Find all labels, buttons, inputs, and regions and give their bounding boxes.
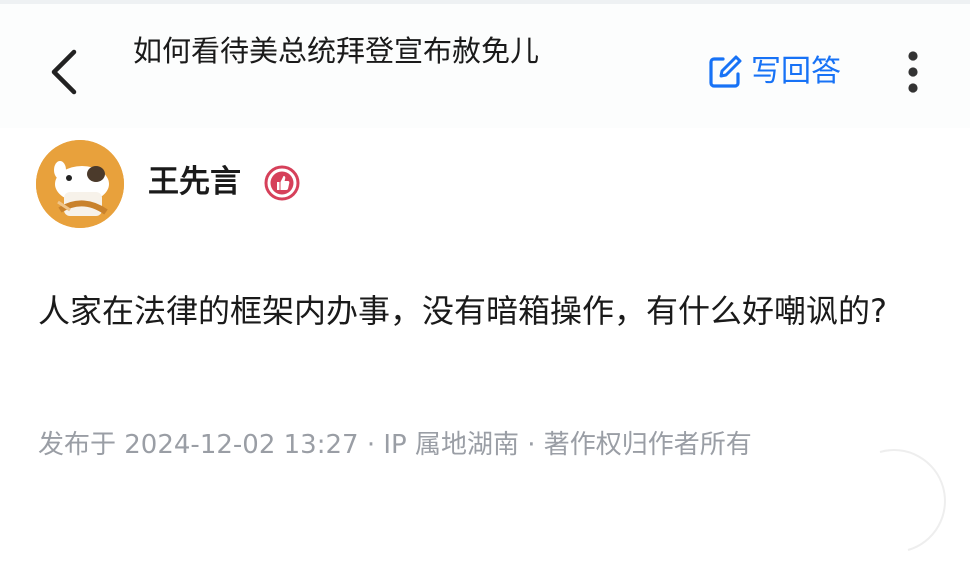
author-avatar[interactable]	[36, 140, 124, 228]
decorative-arc	[879, 449, 946, 551]
write-answer-button[interactable]: 写回答	[707, 50, 841, 94]
back-button[interactable]	[40, 44, 88, 100]
author-name[interactable]: 王先言	[148, 160, 241, 204]
more-options-button[interactable]	[896, 44, 930, 100]
write-answer-label: 写回答	[751, 54, 841, 89]
thumbs-up-badge-icon	[264, 165, 300, 201]
header-bar: 如何看待美总统拜登宣布赦免儿 写回答	[0, 4, 970, 128]
vertical-dots-icon	[908, 51, 918, 93]
question-title[interactable]: 如何看待美总统拜登宣布赦免儿	[133, 31, 653, 71]
chevron-left-icon	[51, 49, 77, 95]
answer-content: 人家在法律的框架内办事，没有暗箱操作，有什么好嘲讽的?	[38, 292, 887, 330]
edit-icon	[707, 54, 743, 90]
answer-meta: 发布于 2024-12-02 13:27 · IP 属地湖南 · 著作权归作者所…	[38, 430, 752, 460]
